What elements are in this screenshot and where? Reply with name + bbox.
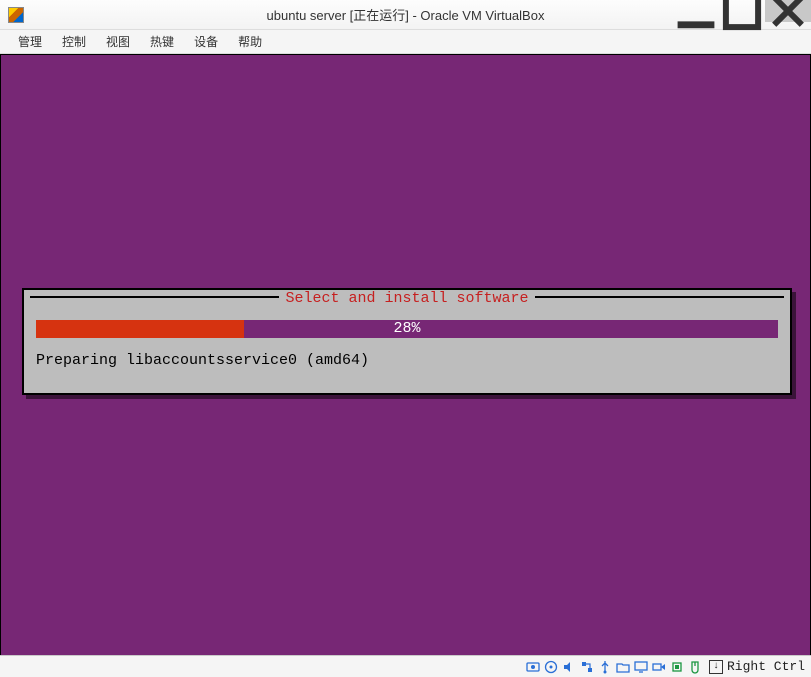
menu-help[interactable]: 帮助 xyxy=(228,31,272,52)
audio-icon[interactable] xyxy=(561,659,577,675)
window-controls xyxy=(673,0,811,22)
cpu-icon[interactable] xyxy=(669,659,685,675)
progress-track: 28% xyxy=(36,320,778,338)
menu-devices[interactable]: 设备 xyxy=(184,31,228,52)
menu-manage[interactable]: 管理 xyxy=(8,31,52,52)
installer-title: Select and install software xyxy=(279,290,534,307)
installer-dialog: Select and install software 28% Preparin… xyxy=(22,288,792,395)
optical-disk-icon[interactable] xyxy=(543,659,559,675)
installer-title-row: Select and install software xyxy=(24,290,790,306)
titlebar: ubuntu server [正在运行] - Oracle VM Virtual… xyxy=(0,0,811,30)
progress-bar: 28% xyxy=(36,320,778,338)
vm-screen[interactable]: Select and install software 28% Preparin… xyxy=(0,54,811,655)
display-icon[interactable] xyxy=(633,659,649,675)
close-button[interactable] xyxy=(765,0,811,22)
app-window: ubuntu server [正在运行] - Oracle VM Virtual… xyxy=(0,0,811,677)
shared-folder-icon[interactable] xyxy=(615,659,631,675)
maximize-button[interactable] xyxy=(719,0,765,22)
menu-hotkeys[interactable]: 热键 xyxy=(140,31,184,52)
menu-view[interactable]: 视图 xyxy=(96,31,140,52)
usb-icon[interactable] xyxy=(597,659,613,675)
host-key-label: Right Ctrl xyxy=(727,659,805,674)
mouse-integration-icon[interactable] xyxy=(687,659,703,675)
host-key-indicator: ↓ Right Ctrl xyxy=(709,659,805,674)
virtualbox-icon xyxy=(8,7,24,23)
menu-control[interactable]: 控制 xyxy=(52,31,96,52)
progress-percent: 28% xyxy=(36,320,778,338)
network-icon[interactable] xyxy=(579,659,595,675)
hard-disk-icon[interactable] xyxy=(525,659,541,675)
down-arrow-icon: ↓ xyxy=(709,660,723,674)
minimize-button[interactable] xyxy=(673,0,719,22)
statusbar: ↓ Right Ctrl xyxy=(0,655,811,677)
installer-status: Preparing libaccountsservice0 (amd64) xyxy=(36,352,778,369)
recording-icon[interactable] xyxy=(651,659,667,675)
status-icons xyxy=(525,659,703,675)
